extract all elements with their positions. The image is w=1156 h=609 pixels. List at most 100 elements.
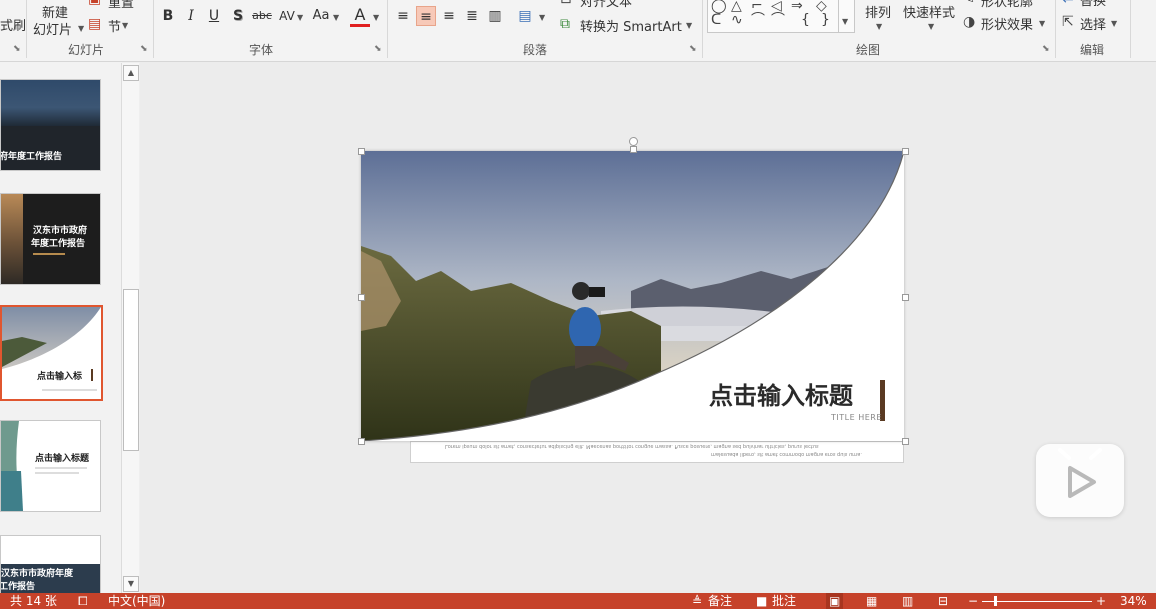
smartart-icon: ⧉ (560, 16, 570, 32)
shape-outline-label: 形状轮廓 (981, 0, 1034, 10)
thumbnail-title-line2: 工作报告 (0, 582, 36, 592)
resize-handle[interactable] (358, 438, 365, 445)
thumbnail-title-line1: 汉东市市政府 (33, 226, 88, 236)
shadow-button[interactable]: S (228, 6, 248, 26)
chevron-down-icon[interactable]: ▼ (539, 13, 545, 22)
language-indicator[interactable]: 中文(中国) (108, 593, 165, 609)
paragraph-launcher-icon[interactable]: ⬊ (689, 44, 697, 54)
align-left-icon[interactable]: ≡ (393, 6, 413, 26)
separator (702, 0, 703, 58)
resize-handle[interactable] (630, 146, 637, 153)
thumbnail-title-line2: 年度工作报告 (31, 239, 86, 249)
section-label: 节 (108, 20, 122, 35)
quick-styles-button[interactable]: 快速样式 (903, 2, 955, 21)
current-slide[interactable]: 点击输入标题 TITLE HERE (361, 151, 904, 441)
body-text-placeholder[interactable]: Lorem ipsum dolor sit amet, consectetur … (410, 441, 904, 463)
scroll-down-icon[interactable]: ▼ (123, 576, 139, 592)
zoom-level[interactable]: 34% (1120, 593, 1147, 609)
font-color-button[interactable]: A (350, 6, 370, 27)
distributed-icon[interactable]: ▥ (485, 6, 505, 26)
italic-button[interactable]: I (181, 6, 201, 26)
gallery-scroll[interactable]: ▼ (838, 0, 854, 32)
separator (26, 0, 27, 58)
zoom-out-icon[interactable]: − (968, 593, 978, 609)
effects-icon: ◑ (963, 14, 976, 30)
comments-button[interactable]: 批注 (772, 593, 796, 609)
clipboard-launcher-icon[interactable]: ⬊ (13, 44, 21, 54)
align-right-icon[interactable]: ≡ (439, 6, 459, 26)
scrollbar-thumb[interactable] (123, 289, 139, 451)
chevron-down-icon[interactable]: ▼ (333, 13, 339, 22)
new-slide-label-2: 幻灯片 (33, 23, 73, 38)
camera (589, 287, 605, 297)
slide-count: 共 14 张 (10, 594, 57, 608)
align-center-icon[interactable]: ≡ (416, 6, 436, 26)
slide-subtitle[interactable]: TITLE HERE (831, 413, 882, 422)
chevron-down-icon: ▼ (928, 22, 935, 31)
justify-icon[interactable]: ≣ (462, 6, 482, 26)
char-spacing-button[interactable]: AV (277, 6, 297, 26)
slide-thumbnail-2[interactable]: 汉东市市政府 年度工作报告 (0, 193, 101, 285)
section-icon: ▤ (88, 16, 102, 32)
slideshow-icon[interactable]: ⊟ (938, 593, 948, 609)
slide-sorter-icon[interactable]: ▦ (866, 593, 877, 609)
resize-handle[interactable] (902, 148, 909, 155)
paragraph-group-label: 段落 (523, 43, 548, 57)
spellcheck-icon[interactable]: ⧠ (78, 593, 88, 609)
reading-view-icon[interactable]: ▥ (902, 593, 913, 609)
drawing-group-label: 绘图 (856, 43, 881, 57)
align-text-icon: ⊡ (560, 0, 572, 6)
zoom-in-icon[interactable]: + (1096, 593, 1106, 609)
zoom-slider-thumb[interactable] (994, 596, 997, 606)
chevron-down-icon: ▼ (78, 24, 85, 33)
resize-handle[interactable] (358, 294, 365, 301)
scroll-up-icon[interactable]: ▲ (123, 65, 139, 81)
slide-thumbnail-4[interactable]: 点击输入标题 (0, 420, 101, 512)
drawing-launcher-icon[interactable]: ⬊ (1042, 44, 1050, 54)
thumbnail-accent-line (33, 253, 65, 255)
chevron-down-icon[interactable]: ▼ (297, 13, 303, 22)
smartart-label: 转换为 SmartArt (580, 20, 682, 35)
new-slide-button[interactable]: 新建 幻灯片 ▼ (32, 0, 84, 38)
strikethrough-button[interactable]: abc (250, 6, 274, 26)
slide-thumbnail-1[interactable]: 府年度工作报告 (0, 79, 101, 171)
resize-handle[interactable] (902, 294, 909, 301)
shape-icon[interactable]: } (821, 13, 830, 27)
resize-handle[interactable] (902, 438, 909, 445)
chevron-down-icon[interactable]: ▼ (373, 13, 379, 22)
slide-thumbnail-pane: 府年度工作报告 汉东市市政府 年度工作报告 点击输入标 点击输入标题 汉东市市政… (0, 62, 122, 593)
columns-icon[interactable]: ▤ (515, 6, 535, 26)
video-play-button[interactable] (1036, 444, 1124, 517)
change-case-button[interactable]: Aa (310, 6, 332, 26)
thumbnail-scrollbar[interactable]: ▲ ▼ (121, 63, 139, 593)
rotate-handle-icon[interactable] (629, 137, 638, 146)
arrange-button[interactable]: 排列 (865, 2, 891, 21)
thumbnail-image (1, 80, 100, 126)
slide-thumbnail-3[interactable]: 点击输入标 (0, 305, 103, 401)
slide-title[interactable]: 点击输入标题 (709, 376, 853, 411)
body-text-line1: Lorem ipsum dolor sit amet, consectetur … (445, 443, 819, 449)
thumbnail-photo (2, 307, 101, 369)
slide-thumbnail-5[interactable]: 汉东市市政府年度 工作报告 (0, 535, 101, 593)
chevron-down-icon: ▼ (876, 22, 883, 31)
zoom-slider[interactable] (982, 601, 1092, 602)
font-launcher-icon[interactable]: ⬊ (374, 44, 382, 54)
notes-icon: ≜ (692, 594, 703, 608)
notes-button[interactable]: 备注 (708, 593, 732, 609)
slides-launcher-icon[interactable]: ⬊ (140, 44, 148, 54)
replace-label: 替换 (1080, 0, 1107, 9)
resize-handle[interactable] (358, 148, 365, 155)
thumbnail-band (1, 126, 100, 170)
replace-icon: ⇄ (1062, 0, 1074, 5)
shape-icon[interactable]: ⌒ (751, 13, 765, 27)
shape-icon[interactable]: { (801, 13, 810, 27)
shape-icon[interactable]: ⌒ (771, 13, 785, 27)
shape-icon[interactable]: ᑕ (711, 13, 721, 27)
normal-view-icon[interactable]: ▣ (826, 593, 844, 609)
shapes-gallery[interactable]: ◯ △ ⌐ ◁ ⇒ ◇ ᑕ ∿ ⌒ ⌒ { } ▼ (707, 0, 855, 33)
photographer-jacket (569, 307, 601, 351)
underline-button[interactable]: U (204, 6, 224, 26)
format-painter-label[interactable]: 式刷 (0, 15, 26, 34)
shape-icon[interactable]: ∿ (731, 13, 743, 27)
bold-button[interactable]: B (158, 6, 178, 26)
